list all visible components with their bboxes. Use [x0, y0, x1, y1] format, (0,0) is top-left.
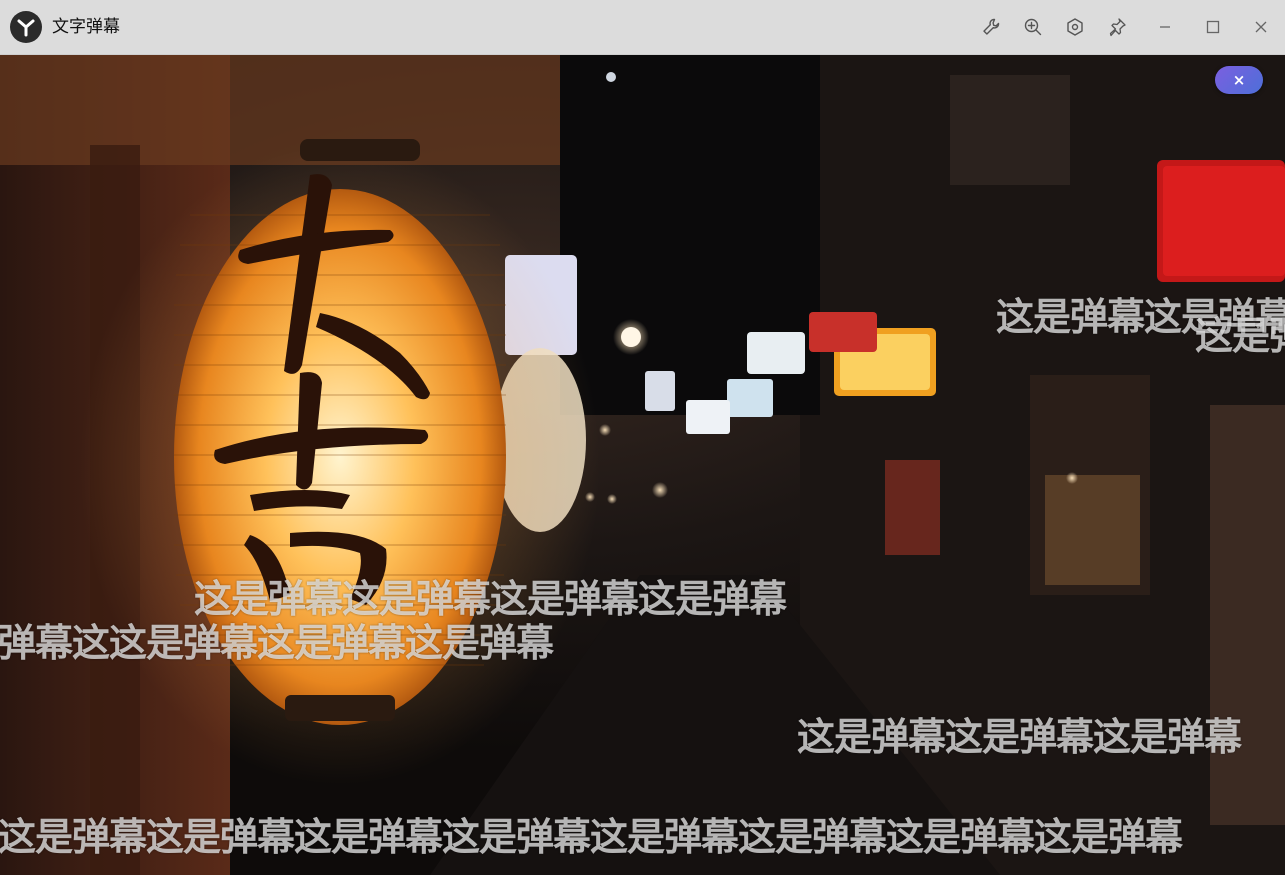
- app-logo-icon: [10, 11, 42, 43]
- overlay-close-label: ×: [1232, 70, 1246, 89]
- wrench-button[interactable]: [976, 12, 1006, 42]
- minimize-button[interactable]: [1150, 12, 1180, 42]
- pin-icon: [1109, 18, 1126, 37]
- title-bar[interactable]: 文字弹幕: [0, 0, 1285, 55]
- pin-button[interactable]: [1102, 12, 1132, 42]
- close-button[interactable]: [1246, 12, 1276, 42]
- zoom-in-button[interactable]: [1018, 12, 1048, 42]
- window-title: 文字弹幕: [52, 17, 120, 37]
- app-window: 文字弹幕 这是弹幕这是弹幕 这是 这是弹幕这是弹幕这是弹幕这是弹幕 弹幕这这是弹…: [0, 0, 1285, 875]
- settings-button[interactable]: [1060, 12, 1090, 42]
- maximize-button[interactable]: [1198, 12, 1228, 42]
- close-icon: [1255, 21, 1267, 33]
- danmu-comment: 弹幕这这是弹幕这是弹幕这是弹幕: [0, 621, 554, 665]
- maximize-icon: [1206, 20, 1220, 34]
- danmu-comment: 这是弹: [1195, 314, 1285, 358]
- minimize-icon: [1160, 26, 1170, 28]
- danmu-comment: 这是弹幕这是弹幕这是弹幕这是弹幕: [194, 577, 787, 621]
- danmu-comment: 这是弹幕这是弹幕这是弹幕: [797, 715, 1242, 759]
- zoom-in-icon: [1024, 18, 1042, 36]
- wrench-icon: [983, 18, 1000, 35]
- danmu-comment: 这是弹幕这是弹幕这是弹幕这是弹幕这是弹幕这是弹幕这是弹幕这是弹幕: [0, 815, 1183, 859]
- hex-settings-icon: [1067, 18, 1083, 36]
- video-stage: 这是弹幕这是弹幕 这是弹 这是弹幕这是弹幕这是弹幕这是弹幕 弹幕这这是弹幕这是弹…: [0, 55, 1285, 875]
- overlay-close-button[interactable]: ×: [1215, 66, 1263, 94]
